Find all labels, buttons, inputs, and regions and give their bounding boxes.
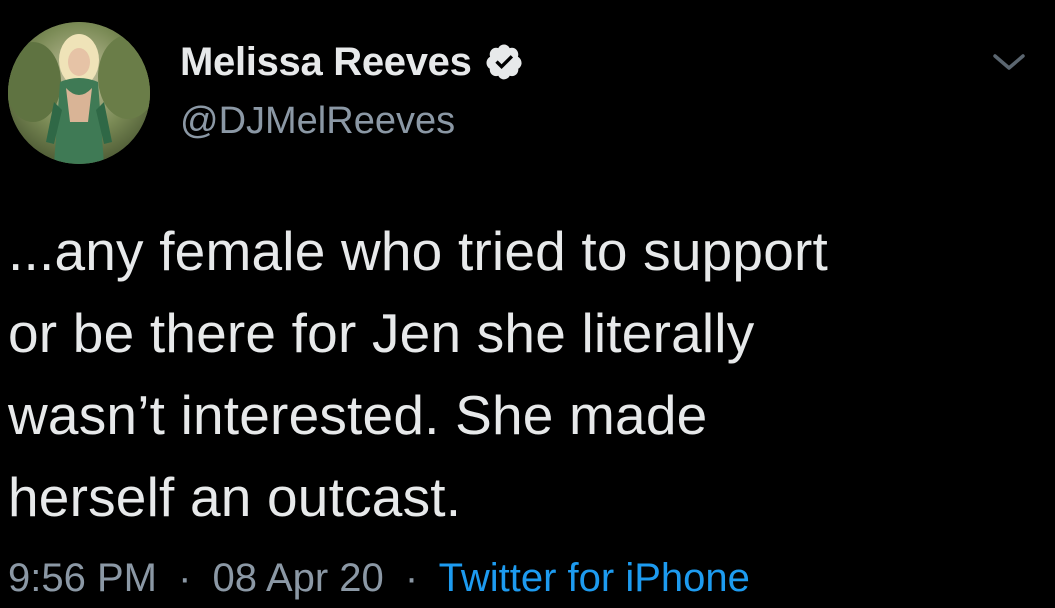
tweet-date[interactable]: 08 Apr 20: [213, 556, 384, 600]
tweet: Melissa Reeves @DJMelReeves ...any femal…: [0, 0, 1055, 607]
display-name[interactable]: Melissa Reeves: [180, 40, 472, 85]
verified-badge-icon: [486, 44, 522, 80]
tweet-text: ...any female who tried to support or be…: [8, 220, 829, 528]
chevron-down-icon[interactable]: [991, 50, 1027, 74]
meta-separator: ·: [178, 556, 192, 600]
avatar[interactable]: [8, 22, 150, 164]
meta-separator: ·: [404, 556, 419, 600]
tweet-header: Melissa Reeves @DJMelReeves: [8, 22, 1035, 167]
author-names: Melissa Reeves @DJMelReeves: [180, 34, 524, 143]
avatar-image: [8, 22, 150, 164]
handle[interactable]: @DJMelReeves: [180, 100, 524, 143]
display-name-row: Melissa Reeves: [180, 34, 524, 90]
tweet-time[interactable]: 9:56 PM: [8, 556, 157, 600]
tweet-source-link[interactable]: Twitter for iPhone: [439, 556, 750, 600]
tweet-meta: 9:56 PM · 08 Apr 20 · Twitter for iPhone: [8, 548, 750, 608]
